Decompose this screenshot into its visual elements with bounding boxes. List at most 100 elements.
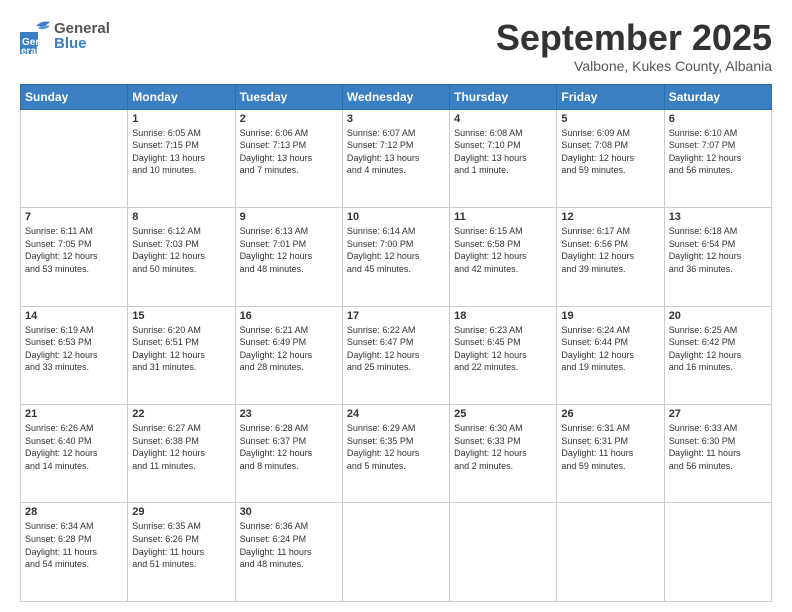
day-info: Sunrise: 6:13 AMSunset: 7:01 PMDaylight:…	[240, 225, 338, 275]
calendar-cell: 1 Sunrise: 6:05 AMSunset: 7:15 PMDaylight…	[128, 109, 235, 207]
day-info: Sunrise: 6:09 AMSunset: 7:08 PMDaylight:…	[561, 127, 659, 177]
calendar-cell: 19 Sunrise: 6:24 AMSunset: 6:44 PMDayligh…	[557, 306, 664, 404]
day-number: 6	[669, 113, 767, 125]
day-info: Sunrise: 6:36 AMSunset: 6:24 PMDaylight:…	[240, 520, 338, 570]
calendar-table: Sunday Monday Tuesday Wednesday Thursday…	[20, 84, 772, 602]
calendar-cell	[342, 503, 449, 602]
day-number: 29	[132, 506, 230, 518]
location-subtitle: Valbone, Kukes County, Albania	[496, 58, 772, 74]
logo-icon: Gen eral	[20, 18, 52, 54]
calendar-cell: 6 Sunrise: 6:10 AMSunset: 7:07 PMDaylight…	[664, 109, 771, 207]
col-friday: Friday	[557, 84, 664, 109]
calendar-cell: 28 Sunrise: 6:34 AMSunset: 6:28 PMDayligh…	[21, 503, 128, 602]
day-info: Sunrise: 6:34 AMSunset: 6:28 PMDaylight:…	[25, 520, 123, 570]
calendar-cell: 18 Sunrise: 6:23 AMSunset: 6:45 PMDayligh…	[450, 306, 557, 404]
col-thursday: Thursday	[450, 84, 557, 109]
day-info: Sunrise: 6:28 AMSunset: 6:37 PMDaylight:…	[240, 422, 338, 472]
day-number: 13	[669, 211, 767, 223]
day-number: 5	[561, 113, 659, 125]
month-title: September 2025	[496, 18, 772, 58]
day-number: 2	[240, 113, 338, 125]
calendar-cell: 24Sunrise: 6:29 AMSunset: 6:35 PMDayligh…	[342, 405, 449, 503]
logo-text: General Blue	[54, 21, 110, 51]
col-sunday: Sunday	[21, 84, 128, 109]
calendar-cell	[557, 503, 664, 602]
calendar-cell: 27 Sunrise: 6:33 AMSunset: 6:30 PMDayligh…	[664, 405, 771, 503]
day-info: Sunrise: 6:30 AMSunset: 6:33 PMDaylight:…	[454, 422, 552, 472]
calendar-cell: 12 Sunrise: 6:17 AMSunset: 6:56 PMDayligh…	[557, 208, 664, 306]
calendar-header-row: Sunday Monday Tuesday Wednesday Thursday…	[21, 84, 772, 109]
day-number: 19	[561, 310, 659, 322]
day-number: 25	[454, 408, 552, 420]
day-info: Sunrise: 6:12 AMSunset: 7:03 PMDaylight:…	[132, 225, 230, 275]
calendar-cell: 22Sunrise: 6:27 AMSunset: 6:38 PMDayligh…	[128, 405, 235, 503]
day-info: Sunrise: 6:07 AMSunset: 7:12 PMDaylight:…	[347, 127, 445, 177]
calendar-cell: 17 Sunrise: 6:22 AMSunset: 6:47 PMDayligh…	[342, 306, 449, 404]
day-info: Sunrise: 6:05 AMSunset: 7:15 PMDaylight:…	[132, 127, 230, 177]
title-block: September 2025 Valbone, Kukes County, Al…	[496, 18, 772, 74]
day-info: Sunrise: 6:26 AMSunset: 6:40 PMDaylight:…	[25, 422, 123, 472]
day-number: 17	[347, 310, 445, 322]
day-number: 12	[561, 211, 659, 223]
calendar-cell: 10 Sunrise: 6:14 AMSunset: 7:00 PMDayligh…	[342, 208, 449, 306]
day-number: 30	[240, 506, 338, 518]
page: Gen eral General Blue September 2025 Val…	[0, 0, 792, 612]
calendar-cell	[664, 503, 771, 602]
day-number: 18	[454, 310, 552, 322]
calendar-cell: 2 Sunrise: 6:06 AMSunset: 7:13 PMDaylight…	[235, 109, 342, 207]
day-number: 20	[669, 310, 767, 322]
day-info: Sunrise: 6:21 AMSunset: 6:49 PMDaylight:…	[240, 324, 338, 374]
day-info: Sunrise: 6:23 AMSunset: 6:45 PMDaylight:…	[454, 324, 552, 374]
day-info: Sunrise: 6:14 AMSunset: 7:00 PMDaylight:…	[347, 225, 445, 275]
day-number: 23	[240, 408, 338, 420]
col-wednesday: Wednesday	[342, 84, 449, 109]
day-info: Sunrise: 6:35 AMSunset: 6:26 PMDaylight:…	[132, 520, 230, 570]
day-number: 10	[347, 211, 445, 223]
calendar-week-1: 1 Sunrise: 6:05 AMSunset: 7:15 PMDaylight…	[21, 109, 772, 207]
header: Gen eral General Blue September 2025 Val…	[20, 18, 772, 74]
calendar-cell: 21 Sunrise: 6:26 AMSunset: 6:40 PMDayligh…	[21, 405, 128, 503]
day-number: 24	[347, 408, 445, 420]
col-monday: Monday	[128, 84, 235, 109]
calendar-cell: 23 Sunrise: 6:28 AMSunset: 6:37 PMDayligh…	[235, 405, 342, 503]
day-info: Sunrise: 6:10 AMSunset: 7:07 PMDaylight:…	[669, 127, 767, 177]
calendar-cell: 15Sunrise: 6:20 AMSunset: 6:51 PMDayligh…	[128, 306, 235, 404]
day-info: Sunrise: 6:22 AMSunset: 6:47 PMDaylight:…	[347, 324, 445, 374]
day-info: Sunrise: 6:19 AMSunset: 6:53 PMDaylight:…	[25, 324, 123, 374]
day-number: 27	[669, 408, 767, 420]
day-info: Sunrise: 6:31 AMSunset: 6:31 PMDaylight:…	[561, 422, 659, 472]
day-number: 21	[25, 408, 123, 420]
day-info: Sunrise: 6:18 AMSunset: 6:54 PMDaylight:…	[669, 225, 767, 275]
day-number: 7	[25, 211, 123, 223]
day-number: 1	[132, 113, 230, 125]
col-saturday: Saturday	[664, 84, 771, 109]
calendar-cell: 25 Sunrise: 6:30 AMSunset: 6:33 PMDayligh…	[450, 405, 557, 503]
day-number: 8	[132, 211, 230, 223]
day-info: Sunrise: 6:06 AMSunset: 7:13 PMDaylight:…	[240, 127, 338, 177]
calendar-week-3: 14 Sunrise: 6:19 AMSunset: 6:53 PMDayligh…	[21, 306, 772, 404]
day-number: 22	[132, 408, 230, 420]
calendar-cell: 11Sunrise: 6:15 AMSunset: 6:58 PMDayligh…	[450, 208, 557, 306]
calendar-cell: 20Sunrise: 6:25 AMSunset: 6:42 PMDayligh…	[664, 306, 771, 404]
day-info: Sunrise: 6:15 AMSunset: 6:58 PMDaylight:…	[454, 225, 552, 275]
svg-text:eral: eral	[21, 46, 39, 54]
calendar-cell: 30 Sunrise: 6:36 AMSunset: 6:24 PMDayligh…	[235, 503, 342, 602]
calendar-cell: 13 Sunrise: 6:18 AMSunset: 6:54 PMDayligh…	[664, 208, 771, 306]
logo-general: General	[54, 21, 110, 36]
day-info: Sunrise: 6:33 AMSunset: 6:30 PMDaylight:…	[669, 422, 767, 472]
calendar-cell: 26Sunrise: 6:31 AMSunset: 6:31 PMDayligh…	[557, 405, 664, 503]
day-info: Sunrise: 6:17 AMSunset: 6:56 PMDaylight:…	[561, 225, 659, 275]
day-number: 28	[25, 506, 123, 518]
day-number: 3	[347, 113, 445, 125]
day-info: Sunrise: 6:08 AMSunset: 7:10 PMDaylight:…	[454, 127, 552, 177]
logo-blue: Blue	[54, 36, 110, 51]
calendar-cell: 16Sunrise: 6:21 AMSunset: 6:49 PMDayligh…	[235, 306, 342, 404]
day-number: 4	[454, 113, 552, 125]
calendar-cell: 29 Sunrise: 6:35 AMSunset: 6:26 PMDayligh…	[128, 503, 235, 602]
day-info: Sunrise: 6:11 AMSunset: 7:05 PMDaylight:…	[25, 225, 123, 275]
day-number: 15	[132, 310, 230, 322]
calendar-week-5: 28 Sunrise: 6:34 AMSunset: 6:28 PMDayligh…	[21, 503, 772, 602]
calendar-cell: 4 Sunrise: 6:08 AMSunset: 7:10 PMDaylight…	[450, 109, 557, 207]
day-number: 14	[25, 310, 123, 322]
day-info: Sunrise: 6:24 AMSunset: 6:44 PMDaylight:…	[561, 324, 659, 374]
